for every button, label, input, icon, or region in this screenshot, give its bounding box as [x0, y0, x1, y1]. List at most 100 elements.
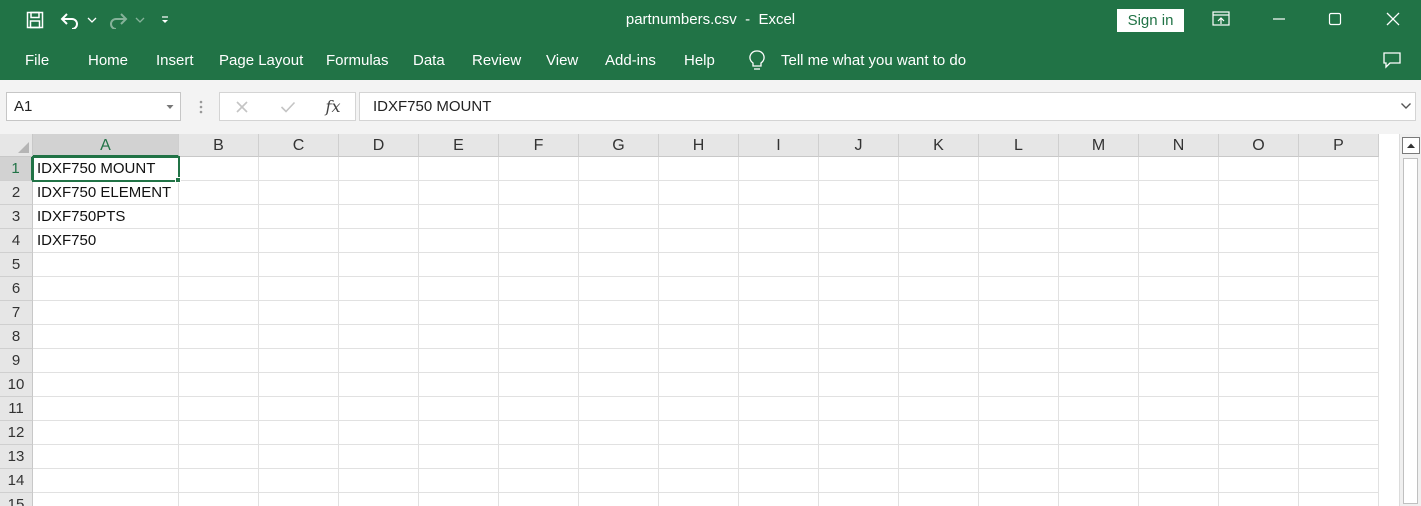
cell-d12[interactable]: [339, 421, 419, 445]
cell-m5[interactable]: [1059, 253, 1139, 277]
cell-d1[interactable]: [339, 157, 419, 181]
cell-i14[interactable]: [739, 469, 819, 493]
cell-i12[interactable]: [739, 421, 819, 445]
tab-home[interactable]: Home: [88, 52, 128, 69]
cell-f10[interactable]: [499, 373, 579, 397]
cell-k15[interactable]: [899, 493, 979, 506]
cell-f4[interactable]: [499, 229, 579, 253]
cell-k1[interactable]: [899, 157, 979, 181]
cell-g5[interactable]: [579, 253, 659, 277]
cell-b13[interactable]: [179, 445, 259, 469]
cell-c2[interactable]: [259, 181, 339, 205]
cell-b12[interactable]: [179, 421, 259, 445]
tab-file[interactable]: File: [25, 52, 49, 69]
chevron-down-icon[interactable]: [166, 104, 174, 110]
cell-e3[interactable]: [419, 205, 499, 229]
cell-e12[interactable]: [419, 421, 499, 445]
cell-m13[interactable]: [1059, 445, 1139, 469]
cell-e2[interactable]: [419, 181, 499, 205]
cell-j5[interactable]: [819, 253, 899, 277]
cell-h3[interactable]: [659, 205, 739, 229]
cell-b4[interactable]: [179, 229, 259, 253]
cell-p14[interactable]: [1299, 469, 1379, 493]
fill-handle[interactable]: [175, 177, 181, 183]
tab-review[interactable]: Review: [472, 52, 521, 69]
row-header-8[interactable]: 8: [0, 325, 33, 349]
row-header-4[interactable]: 4: [0, 229, 33, 253]
insert-function-button[interactable]: fx: [313, 93, 353, 120]
column-header-h[interactable]: H: [659, 134, 739, 157]
row-header-9[interactable]: 9: [0, 349, 33, 373]
column-header-b[interactable]: B: [179, 134, 259, 157]
cell-m12[interactable]: [1059, 421, 1139, 445]
cell-o8[interactable]: [1219, 325, 1299, 349]
column-header-i[interactable]: I: [739, 134, 819, 157]
cell-j14[interactable]: [819, 469, 899, 493]
cell-b14[interactable]: [179, 469, 259, 493]
name-box[interactable]: A1: [6, 92, 181, 121]
column-header-d[interactable]: D: [339, 134, 419, 157]
cell-i8[interactable]: [739, 325, 819, 349]
cell-b1[interactable]: [179, 157, 259, 181]
tab-formulas[interactable]: Formulas: [326, 52, 389, 69]
cell-c3[interactable]: [259, 205, 339, 229]
cell-k13[interactable]: [899, 445, 979, 469]
cell-o12[interactable]: [1219, 421, 1299, 445]
maximize-button[interactable]: [1312, 0, 1358, 38]
cell-e9[interactable]: [419, 349, 499, 373]
cell-l1[interactable]: [979, 157, 1059, 181]
cell-p6[interactable]: [1299, 277, 1379, 301]
column-header-o[interactable]: O: [1219, 134, 1299, 157]
cell-h10[interactable]: [659, 373, 739, 397]
cell-j10[interactable]: [819, 373, 899, 397]
cell-k9[interactable]: [899, 349, 979, 373]
cell-n5[interactable]: [1139, 253, 1219, 277]
cell-d6[interactable]: [339, 277, 419, 301]
cell-m2[interactable]: [1059, 181, 1139, 205]
cell-k3[interactable]: [899, 205, 979, 229]
cell-n6[interactable]: [1139, 277, 1219, 301]
cell-f13[interactable]: [499, 445, 579, 469]
cell-a4[interactable]: IDXF750: [33, 229, 179, 253]
select-all-button[interactable]: [0, 134, 33, 157]
cell-k6[interactable]: [899, 277, 979, 301]
cell-d9[interactable]: [339, 349, 419, 373]
cell-d14[interactable]: [339, 469, 419, 493]
column-header-f[interactable]: F: [499, 134, 579, 157]
enter-button[interactable]: [268, 93, 308, 120]
cell-f5[interactable]: [499, 253, 579, 277]
cell-a9[interactable]: [33, 349, 179, 373]
cell-l6[interactable]: [979, 277, 1059, 301]
row-header-2[interactable]: 2: [0, 181, 33, 205]
column-header-m[interactable]: M: [1059, 134, 1139, 157]
cell-h5[interactable]: [659, 253, 739, 277]
cell-l13[interactable]: [979, 445, 1059, 469]
resize-handle-icon[interactable]: [199, 98, 203, 116]
cell-j3[interactable]: [819, 205, 899, 229]
cell-m4[interactable]: [1059, 229, 1139, 253]
cell-a8[interactable]: [33, 325, 179, 349]
cell-a11[interactable]: [33, 397, 179, 421]
cell-c5[interactable]: [259, 253, 339, 277]
tab-help[interactable]: Help: [684, 52, 715, 69]
cell-j7[interactable]: [819, 301, 899, 325]
cell-m11[interactable]: [1059, 397, 1139, 421]
cell-l8[interactable]: [979, 325, 1059, 349]
cell-c14[interactable]: [259, 469, 339, 493]
column-header-p[interactable]: P: [1299, 134, 1379, 157]
cell-h1[interactable]: [659, 157, 739, 181]
formula-input[interactable]: IDXF750 MOUNT: [359, 92, 1416, 121]
cell-j2[interactable]: [819, 181, 899, 205]
cell-g10[interactable]: [579, 373, 659, 397]
cell-i7[interactable]: [739, 301, 819, 325]
cell-o1[interactable]: [1219, 157, 1299, 181]
cell-c1[interactable]: [259, 157, 339, 181]
cell-g8[interactable]: [579, 325, 659, 349]
cell-h9[interactable]: [659, 349, 739, 373]
cell-e1[interactable]: [419, 157, 499, 181]
cell-l3[interactable]: [979, 205, 1059, 229]
cell-j12[interactable]: [819, 421, 899, 445]
cell-m14[interactable]: [1059, 469, 1139, 493]
tab-page-layout[interactable]: Page Layout: [219, 52, 303, 69]
cell-n13[interactable]: [1139, 445, 1219, 469]
